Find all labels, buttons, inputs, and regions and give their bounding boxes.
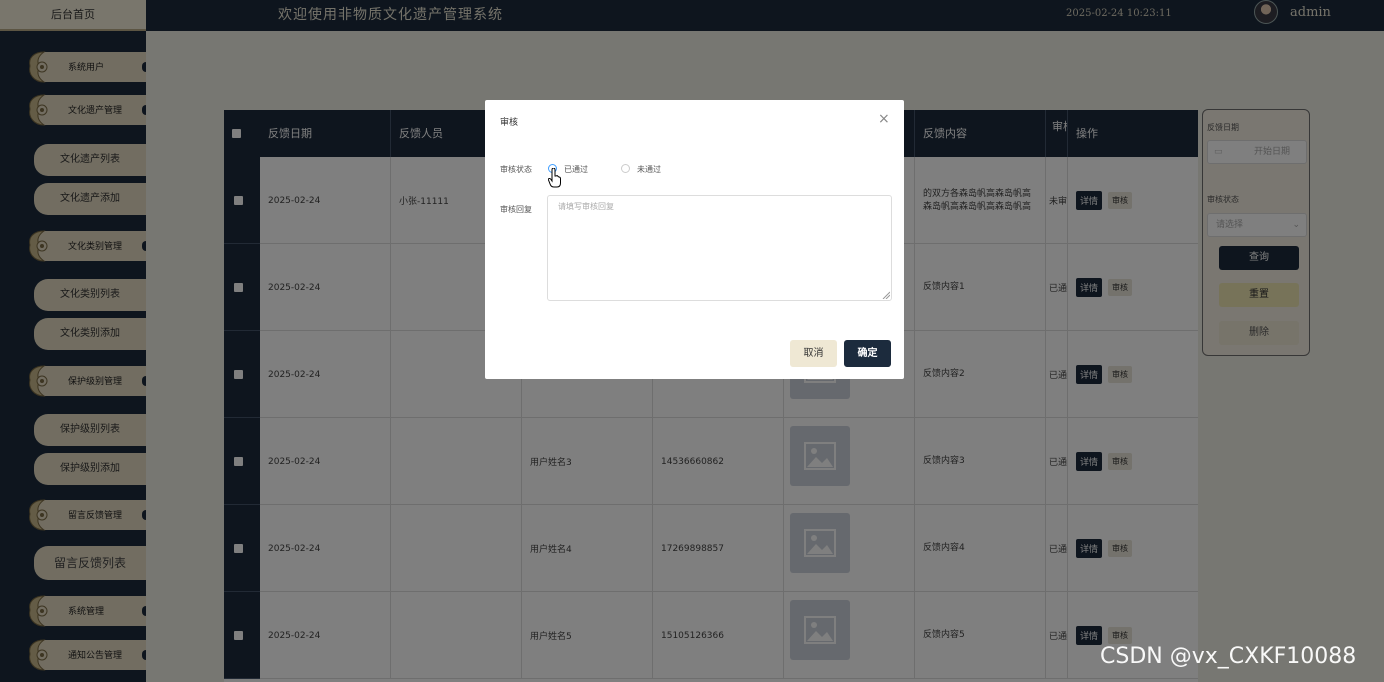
hand-cursor-icon	[548, 168, 561, 188]
radio-pass-label[interactable]: 已通过	[564, 164, 588, 175]
dialog-title: 审核	[500, 118, 519, 128]
audit-dialog: 审核 × 审核状态 已通过 未通过 审核回复 请填写审核回复 取消 确定	[485, 100, 904, 379]
audit-reply-placeholder: 请填写审核回复	[558, 202, 614, 211]
watermark: CSDN @vx_CXKF10088	[1100, 644, 1357, 669]
radio-fail-label[interactable]: 未通过	[637, 164, 661, 175]
cancel-button[interactable]: 取消	[790, 340, 837, 367]
audit-status-label: 审核状态	[500, 165, 532, 174]
confirm-button[interactable]: 确定	[844, 340, 891, 367]
radio-fail[interactable]	[621, 164, 630, 173]
audit-reply-textarea[interactable]: 请填写审核回复	[547, 195, 892, 301]
resize-handle-icon[interactable]	[882, 291, 890, 299]
close-icon[interactable]: ×	[878, 111, 890, 127]
audit-reply-label: 审核回复	[500, 205, 532, 214]
